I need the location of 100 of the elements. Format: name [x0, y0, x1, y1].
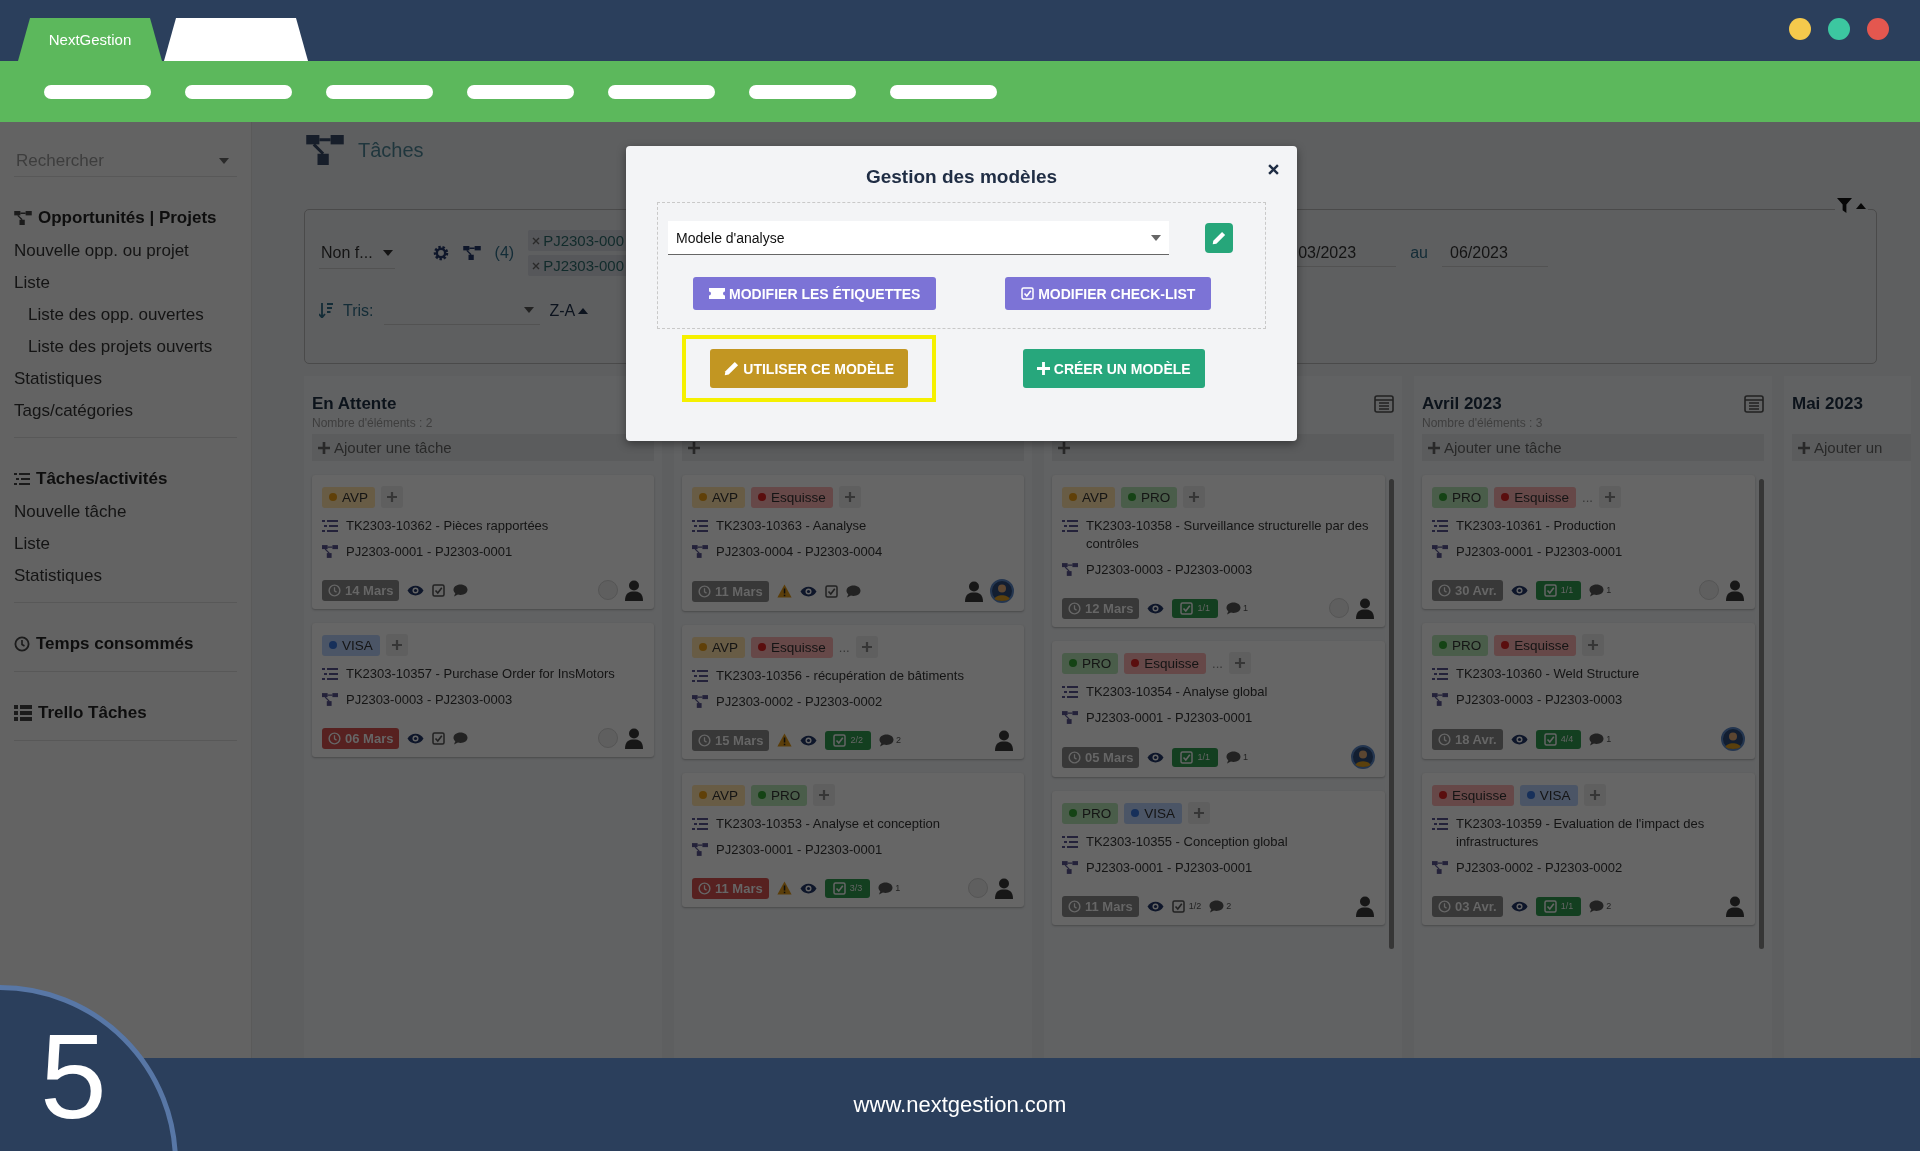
caret-icon — [219, 158, 229, 164]
task-card[interactable]: AVP PRO TK2303-10353 - Analyse et conception PJ2303-0001 - PJ2303-0001 11 Mars 3/3 1 — [682, 773, 1024, 907]
plus-icon — [387, 492, 397, 502]
task-list-icon — [1432, 667, 1448, 681]
plus-icon — [1588, 640, 1599, 650]
project-chip[interactable]: PJ2303-000 — [528, 255, 629, 276]
user-silhouette-icon — [1355, 895, 1375, 917]
sidebar-section-title[interactable]: Temps consommés — [36, 634, 194, 654]
sidebar-section-title[interactable]: Trello Tâches — [38, 703, 147, 723]
project-ref: PJ2303-0003 - PJ2303-0003 — [1456, 691, 1623, 709]
caret-icon — [578, 307, 589, 314]
add-tag-button[interactable] — [1582, 634, 1605, 656]
avatar-icon — [1721, 727, 1745, 751]
checkbox-icon — [1180, 601, 1194, 615]
comment-icon — [1225, 601, 1241, 615]
sidebar-item[interactable]: Nouvelle tâche — [14, 496, 237, 528]
window-control-dot[interactable] — [1789, 18, 1811, 40]
sidebar-section-title[interactable]: Tâches/activités — [36, 469, 168, 489]
user-silhouette-icon — [624, 727, 644, 749]
add-tag-button[interactable] — [381, 486, 403, 508]
sidebar-item[interactable]: Liste des opp. ouvertes — [14, 299, 237, 331]
sidebar-item[interactable]: Tags/catégories — [14, 395, 237, 427]
template-select[interactable]: Modele d'analyse — [668, 221, 1169, 255]
add-tag-button[interactable] — [1228, 652, 1251, 674]
remove-icon — [532, 236, 541, 245]
eye-icon — [1510, 584, 1528, 596]
action-button[interactable]: MODIFIER LES ÉTIQUETTES — [693, 277, 937, 310]
plus-icon — [1589, 790, 1600, 800]
clock-icon — [698, 733, 711, 747]
sidebar-section-title[interactable]: Opportunités | Projets — [38, 208, 217, 228]
date-to-field[interactable]: 06/2023 — [1442, 239, 1548, 267]
close-button[interactable] — [1266, 162, 1281, 177]
window-control-dot[interactable] — [1828, 18, 1850, 40]
task-list-icon — [1432, 817, 1448, 831]
status-dropdown[interactable]: Non f... — [319, 237, 395, 269]
scrollbar[interactable] — [1389, 479, 1394, 949]
add-tag-button[interactable] — [855, 636, 878, 658]
add-tag-button[interactable] — [385, 634, 408, 656]
add-tag-button[interactable] — [813, 784, 836, 806]
tag: PRO — [1432, 486, 1489, 508]
sidebar-item[interactable]: Nouvelle opp. ou projet — [14, 235, 237, 267]
task-list-icon — [692, 669, 708, 683]
tag: AVP — [692, 784, 745, 806]
add-tag-button[interactable] — [1598, 486, 1621, 508]
pencil-icon — [1212, 231, 1226, 245]
menu-item-placeholder[interactable] — [326, 84, 433, 99]
tag: AVP — [322, 486, 375, 508]
menu-item-placeholder[interactable] — [467, 84, 574, 99]
action-button[interactable]: UTILISER CE MODÈLE — [710, 349, 909, 388]
user-silhouette-icon — [1725, 895, 1745, 917]
task-list-icon — [14, 472, 30, 486]
project-tree-icon — [692, 695, 708, 708]
project-chip[interactable]: PJ2303-000 — [528, 230, 629, 251]
sidebar-item[interactable]: Liste — [14, 528, 237, 560]
action-button[interactable]: CRÉER UN MODÈLE — [1022, 349, 1205, 388]
tag: PRO — [1121, 486, 1178, 508]
sidebar-item[interactable]: Statistiques — [14, 363, 237, 395]
close-icon — [1268, 164, 1279, 175]
plus-icon — [844, 492, 855, 502]
tag: Esquisse — [1494, 486, 1577, 508]
menu-item-placeholder[interactable] — [890, 84, 997, 99]
sidebar-item[interactable]: Liste des projets ouverts — [14, 331, 237, 363]
project-tree-icon — [1432, 545, 1448, 558]
add-tag-button[interactable] — [1583, 784, 1606, 806]
add-tag-button[interactable] — [1188, 802, 1211, 824]
project-tree-icon — [1432, 693, 1448, 706]
plus-icon — [1189, 492, 1200, 502]
tag: Esquisse — [1432, 784, 1514, 806]
sidebar-item[interactable]: Statistiques — [14, 560, 237, 592]
task-list-icon — [1062, 685, 1078, 699]
menu-item-placeholder[interactable] — [608, 84, 715, 99]
comment-count: 2 — [895, 735, 901, 745]
add-tag-button[interactable] — [1183, 486, 1206, 508]
window-control-dot[interactable] — [1867, 18, 1889, 40]
caret-icon — [382, 249, 393, 256]
scrollbar[interactable] — [1759, 479, 1764, 949]
project-tree-icon — [1062, 563, 1078, 576]
project-ref: PJ2303-0001 - PJ2303-0001 — [716, 841, 883, 859]
menu-item-placeholder[interactable] — [749, 84, 856, 99]
sidebar-item[interactable]: Liste — [14, 267, 237, 299]
task-card[interactable]: VISA TK2303-10357 - Purchase Order for InsMotors PJ2303-0003 - PJ2303-0003 06 Mars — [312, 623, 654, 757]
task-list-icon — [1432, 519, 1448, 533]
tag: VISA — [1124, 802, 1183, 824]
clock-icon — [1438, 732, 1451, 746]
clock-icon — [328, 731, 341, 745]
clock-icon — [1068, 750, 1081, 764]
user-silhouette-icon — [1725, 579, 1745, 601]
menu-item-placeholder[interactable] — [185, 84, 292, 99]
edit-button[interactable] — [1205, 223, 1233, 253]
task-title: TK2303-10361 - Production — [1456, 517, 1616, 535]
sort-order-button[interactable]: Z-A — [549, 301, 589, 320]
task-title: TK2303-10359 - Evaluation de l'impact des infrastructures — [1456, 815, 1706, 851]
browser-tab[interactable]: NextGestion — [18, 18, 162, 61]
clock-icon — [1438, 899, 1451, 913]
action-button[interactable]: MODIFIER CHECK-LIST — [1005, 277, 1212, 310]
menu-item-placeholder[interactable] — [44, 84, 151, 99]
add-tag-button[interactable] — [838, 486, 861, 508]
step-number: 5 — [40, 1016, 107, 1136]
comment-count: 1 — [895, 883, 901, 893]
project-tree-icon — [322, 693, 338, 706]
